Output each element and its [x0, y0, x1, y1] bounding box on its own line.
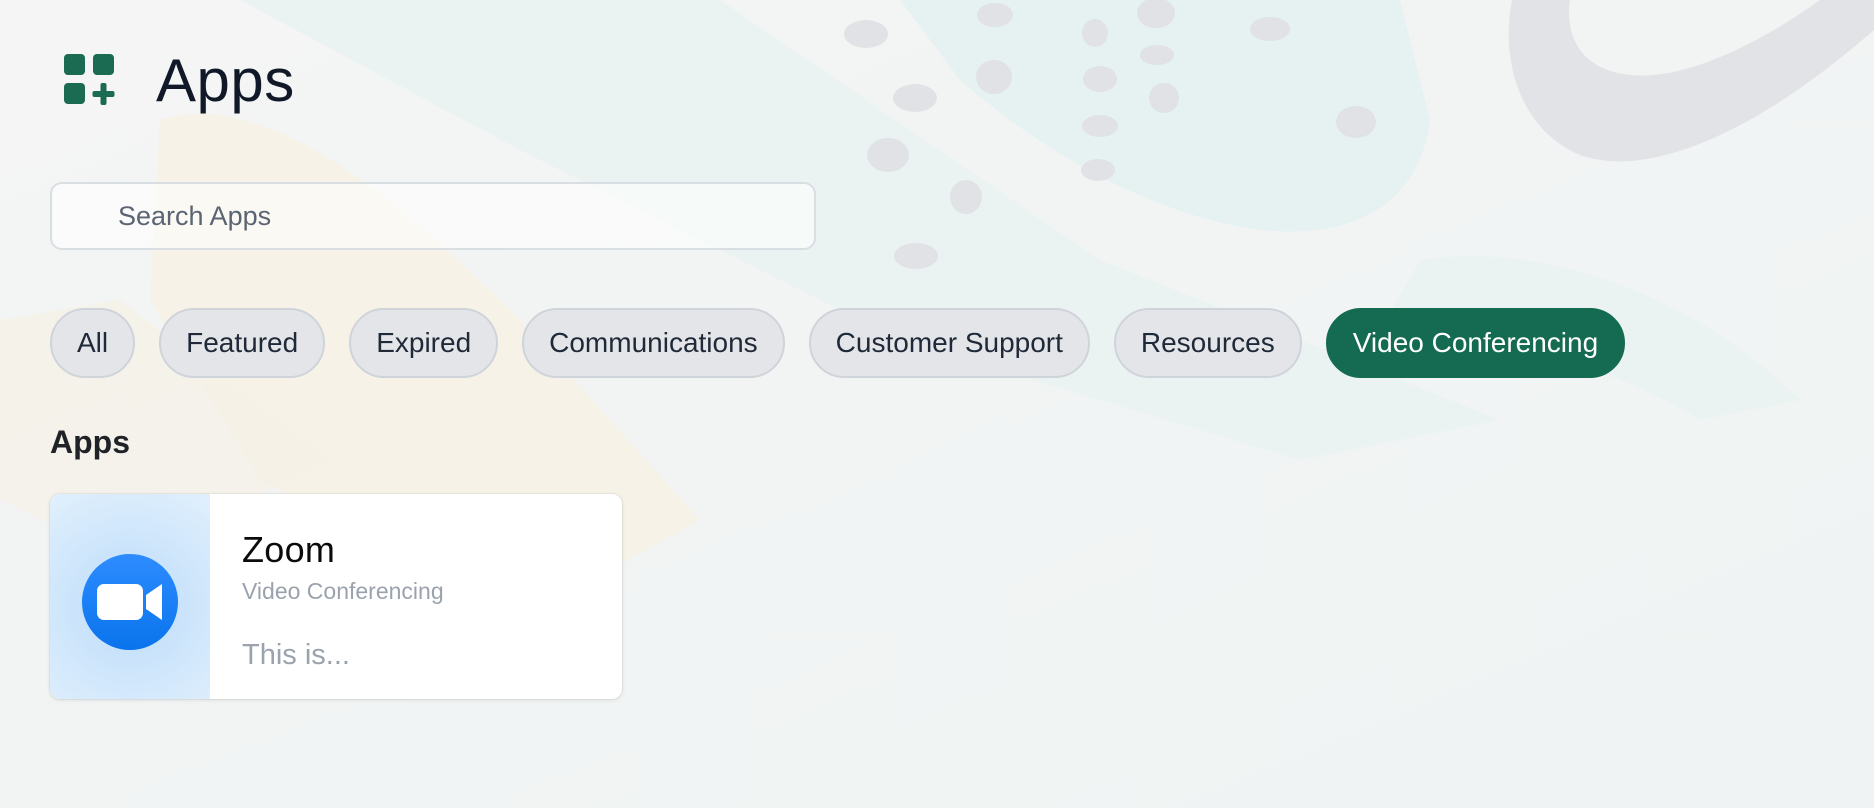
section-title: Apps: [50, 424, 130, 460]
filter-chip-resources[interactable]: Resources: [1113, 308, 1302, 378]
app-category: Video Conferencing: [242, 578, 444, 604]
filter-chip-customer-support[interactable]: Customer Support: [808, 308, 1090, 378]
app-description: This is...: [242, 639, 350, 671]
apps-grid-plus-icon: [64, 54, 115, 105]
page-title: Apps: [156, 47, 295, 114]
filter-chip-expired[interactable]: Expired: [349, 308, 499, 378]
zoom-video-camera-icon: [82, 553, 178, 650]
search-input[interactable]: [118, 186, 778, 246]
filter-chip-communications[interactable]: Communications: [522, 308, 785, 378]
apps-page: Apps All Featured Expired Communications…: [0, 0, 1874, 808]
app-name: Zoom: [242, 529, 336, 570]
category-filter-bar: All Featured Expired Communications Cust…: [50, 308, 1626, 378]
app-card-zoom[interactable]: Zoom Video Conferencing This is...: [50, 494, 622, 699]
app-card-media: [50, 494, 210, 699]
app-card-body: Zoom Video Conferencing This is...: [210, 494, 444, 699]
filter-chip-video-conferencing[interactable]: Video Conferencing: [1325, 308, 1626, 378]
search-box[interactable]: [50, 182, 816, 250]
filter-chip-featured[interactable]: Featured: [159, 308, 326, 378]
page-header: Apps: [64, 46, 295, 116]
filter-chip-all[interactable]: All: [50, 308, 136, 378]
